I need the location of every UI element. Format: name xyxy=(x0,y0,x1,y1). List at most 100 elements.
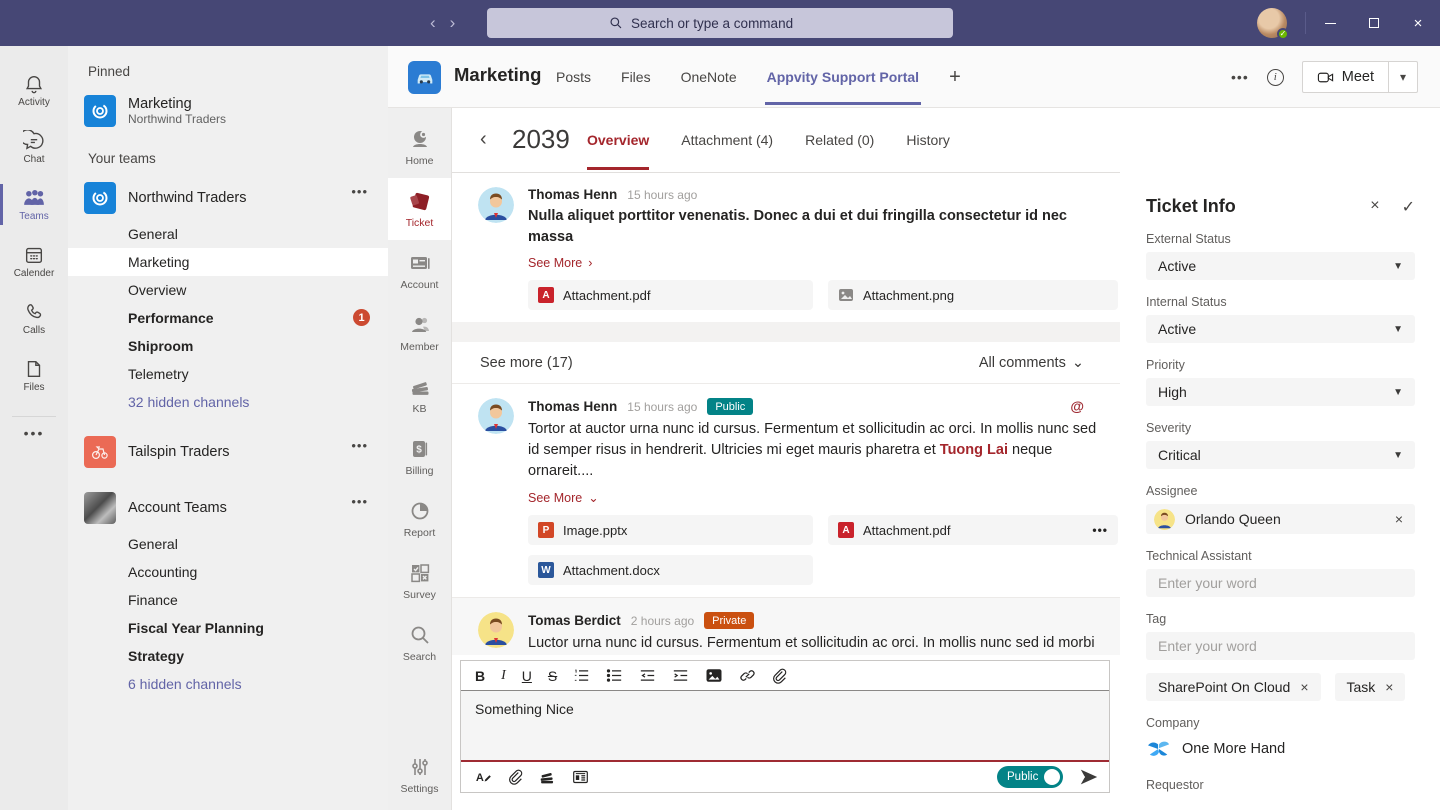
channel-telemetry[interactable]: Telemetry xyxy=(68,360,388,388)
appnav-billing[interactable]: $ Billing xyxy=(388,426,451,488)
comment-author[interactable]: Thomas Henn xyxy=(528,399,617,414)
send-button[interactable] xyxy=(1079,768,1099,786)
channel-accounting[interactable]: Accounting xyxy=(68,558,388,586)
assignee-chip[interactable]: Orlando Queen × xyxy=(1146,504,1415,534)
bullet-list-icon[interactable] xyxy=(606,668,623,683)
team-more-icon[interactable]: ••• xyxy=(351,184,368,199)
channel-shiproom[interactable]: Shiproom xyxy=(68,332,388,360)
mention-link[interactable]: Tuong Lai xyxy=(940,442,1008,458)
attachment-docx[interactable]: W Attachment.docx xyxy=(528,555,813,585)
search-input[interactable] xyxy=(487,8,953,38)
appnav-survey[interactable]: Survey xyxy=(388,550,451,612)
meet-button[interactable]: Meet ▾ xyxy=(1302,61,1418,93)
team-account-teams[interactable]: Account Teams ••• xyxy=(68,486,388,530)
internal-status-select[interactable]: Active ▼ xyxy=(1146,315,1415,343)
comment-author[interactable]: Thomas Henn xyxy=(528,187,617,202)
rail-item-calendar[interactable]: Calender xyxy=(0,233,68,290)
minimize-button[interactable] xyxy=(1308,0,1352,46)
rail-item-files[interactable]: Files xyxy=(0,347,68,404)
rail-item-activity[interactable]: Activity xyxy=(0,62,68,119)
appnav-search[interactable]: Search xyxy=(388,612,451,674)
kb-article-icon[interactable] xyxy=(539,769,556,785)
outdent-icon[interactable] xyxy=(639,668,656,683)
meet-dropdown-icon[interactable]: ▾ xyxy=(1389,62,1417,92)
info-icon[interactable]: i xyxy=(1267,69,1284,86)
technical-assistant-input[interactable] xyxy=(1146,569,1415,597)
maximize-button[interactable] xyxy=(1352,0,1396,46)
appnav-home[interactable]: Home xyxy=(388,116,451,178)
history-forward-icon[interactable]: › xyxy=(450,13,456,33)
numbered-list-icon[interactable] xyxy=(573,668,590,683)
appnav-account[interactable]: Account xyxy=(388,240,451,302)
attach-file-icon[interactable] xyxy=(508,769,523,785)
attach-file-icon[interactable] xyxy=(772,668,787,684)
hidden-channels-link[interactable]: 32 hidden channels xyxy=(68,388,388,416)
rail-item-teams[interactable]: Teams xyxy=(0,176,68,233)
more-options-icon[interactable]: ••• xyxy=(1231,69,1249,85)
underline-button[interactable]: U xyxy=(522,668,532,684)
format-text-icon[interactable]: A xyxy=(475,769,492,785)
template-card-icon[interactable] xyxy=(572,769,589,785)
tab-onenote[interactable]: OneNote xyxy=(681,69,737,85)
channel-performance[interactable]: Performance 1 xyxy=(68,304,388,332)
comment-author[interactable]: Tomas Berdict xyxy=(528,613,621,628)
see-more-count[interactable]: See more (17) xyxy=(480,355,573,371)
see-more-link[interactable]: See More › xyxy=(528,256,1104,270)
back-icon[interactable]: ‹ xyxy=(480,128,487,151)
ticket-tab-overview[interactable]: Overview xyxy=(587,132,649,148)
attachment-png[interactable]: Attachment.png xyxy=(828,280,1118,310)
tag-chip-sharepoint[interactable]: SharePoint On Cloud × xyxy=(1146,673,1321,701)
appnav-member[interactable]: Member xyxy=(388,302,451,364)
tab-files[interactable]: Files xyxy=(621,69,651,85)
rail-item-chat[interactable]: Chat xyxy=(0,119,68,176)
see-more-link[interactable]: See More ⌄ xyxy=(528,490,1104,505)
close-button[interactable]: × xyxy=(1396,0,1440,46)
history-back-icon[interactable]: ‹ xyxy=(430,13,436,33)
ticket-tab-related[interactable]: Related (0) xyxy=(805,132,874,148)
team-more-icon[interactable]: ••• xyxy=(351,438,368,453)
attachment-pptx[interactable]: P Image.pptx xyxy=(528,515,813,545)
more-apps-icon[interactable]: ••• xyxy=(0,425,68,441)
team-northwind-traders[interactable]: Northwind Traders ••• xyxy=(68,176,388,220)
tab-appvity-support-portal[interactable]: Appvity Support Portal xyxy=(767,69,919,85)
add-tab-icon[interactable]: + xyxy=(949,66,961,89)
channel-general-2[interactable]: General xyxy=(68,530,388,558)
save-check-icon[interactable]: ✓ xyxy=(1402,197,1415,217)
public-toggle[interactable]: Public xyxy=(997,766,1063,788)
priority-select[interactable]: High ▼ xyxy=(1146,378,1415,406)
attachment-more-icon[interactable]: ••• xyxy=(1092,523,1108,537)
channel-fiscal-year-planning[interactable]: Fiscal Year Planning xyxy=(68,614,388,642)
indent-icon[interactable] xyxy=(672,668,689,683)
discard-icon[interactable]: × xyxy=(1370,197,1379,217)
remove-assignee-icon[interactable]: × xyxy=(1395,511,1403,527)
appnav-settings[interactable]: Settings xyxy=(388,744,451,806)
compose-text-input[interactable]: Something Nice xyxy=(461,691,1109,762)
hidden-channels-link[interactable]: 6 hidden channels xyxy=(68,670,388,698)
ticket-tab-history[interactable]: History xyxy=(906,132,950,148)
insert-image-icon[interactable] xyxy=(705,668,723,683)
appnav-report[interactable]: Report xyxy=(388,488,451,550)
channel-finance[interactable]: Finance xyxy=(68,586,388,614)
ticket-tab-attachment[interactable]: Attachment (4) xyxy=(681,132,773,148)
tag-input[interactable] xyxy=(1146,632,1415,660)
remove-tag-icon[interactable]: × xyxy=(1385,679,1393,695)
user-avatar[interactable]: ✓ xyxy=(1257,8,1287,38)
team-tailspin-traders[interactable]: Tailspin Traders ••• xyxy=(68,430,388,474)
search-input-field[interactable] xyxy=(631,16,831,31)
remove-tag-icon[interactable]: × xyxy=(1300,679,1308,695)
tag-chip-task[interactable]: Task × xyxy=(1335,673,1406,701)
channel-strategy[interactable]: Strategy xyxy=(68,642,388,670)
bold-button[interactable]: B xyxy=(475,668,485,684)
channel-marketing[interactable]: Marketing xyxy=(68,248,388,276)
severity-select[interactable]: Critical ▼ xyxy=(1146,441,1415,469)
tab-posts[interactable]: Posts xyxy=(556,69,591,85)
insert-link-icon[interactable] xyxy=(739,668,756,683)
appnav-kb[interactable]: KB xyxy=(388,364,451,426)
team-more-icon[interactable]: ••• xyxy=(351,494,368,509)
channel-overview[interactable]: Overview xyxy=(68,276,388,304)
strikethrough-button[interactable]: S xyxy=(548,668,557,684)
channel-general[interactable]: General xyxy=(68,220,388,248)
appnav-ticket[interactable]: Ticket xyxy=(388,178,451,240)
external-status-select[interactable]: Active ▼ xyxy=(1146,252,1415,280)
italic-button[interactable]: I xyxy=(501,668,506,684)
